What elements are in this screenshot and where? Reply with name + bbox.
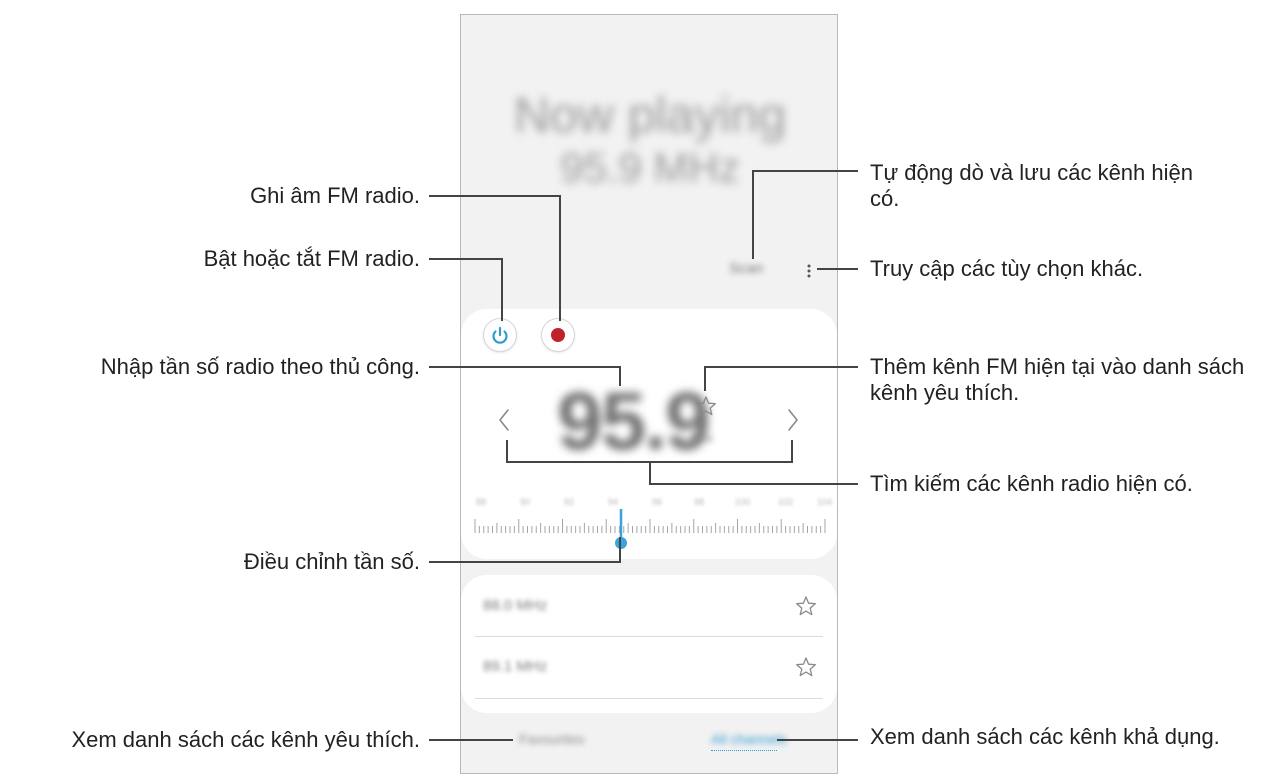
callout-tune: Điều chỉnh tần số.: [243, 549, 420, 574]
dial-label: 96: [652, 497, 663, 507]
add-favorite-button[interactable]: [695, 395, 717, 422]
callout-record: Ghi âm FM radio.: [250, 183, 420, 208]
callout-scan: Tự động dò và lưu các kênh hiện có.: [870, 160, 1193, 211]
scan-button[interactable]: Scan: [729, 260, 763, 277]
chevron-right-icon: [788, 409, 798, 431]
frequency-display[interactable]: 95.9: [557, 381, 711, 463]
callout-add-favorite: Thêm kênh FM hiện tại vào danh sách kênh…: [870, 354, 1245, 405]
list-item[interactable]: 88.0 MHz: [461, 575, 837, 635]
dial-label: 88: [476, 497, 487, 507]
callout-power: Bật hoặc tắt FM radio.: [203, 246, 420, 271]
dial-label: 94: [608, 497, 619, 507]
dial-label: 104: [817, 497, 833, 507]
star-outline-icon[interactable]: [795, 595, 817, 617]
callout-favorites-list: Xem danh sách các kênh yêu thích.: [71, 727, 420, 752]
record-icon: [551, 328, 565, 342]
tuner-card: 95.9 MHz 88 90 92 94 96 98 100 102 104: [461, 309, 837, 559]
tab-all-channels-indicator: [711, 750, 777, 751]
dial-label: 92: [564, 497, 575, 507]
callout-all-channels: Xem danh sách các kênh khả dụng.: [870, 724, 1220, 749]
dial-label: 98: [694, 497, 705, 507]
now-playing-frequency: 95.9 MHz: [560, 144, 740, 191]
record-button[interactable]: [542, 319, 574, 351]
more-options-icon[interactable]: [806, 263, 812, 279]
tab-all-channels[interactable]: All channels: [711, 731, 787, 747]
callout-manual-entry: Nhập tần số radio theo thủ công.: [100, 354, 420, 379]
star-outline-icon[interactable]: [795, 656, 817, 678]
phone-screen: Now playing 95.9 MHz Scan 95.9 MHz 88 90…: [460, 14, 838, 774]
power-icon: [492, 326, 508, 344]
list-item[interactable]: 89.1 MHz: [461, 637, 837, 697]
dial-label: 102: [778, 497, 794, 507]
dial-knob[interactable]: [615, 537, 627, 549]
divider: [475, 698, 823, 699]
frequency-dial[interactable]: [461, 509, 837, 555]
frequency-unit: MHz: [691, 433, 714, 445]
now-playing-title: Now playing: [513, 87, 787, 143]
power-button[interactable]: [484, 319, 516, 351]
channel-frequency: 89.1 MHz: [483, 658, 548, 675]
dial-label: 90: [520, 497, 531, 507]
callout-more-options: Truy cập các tùy chọn khác.: [870, 256, 1144, 281]
tab-favorites[interactable]: Favourites: [519, 731, 584, 747]
star-outline-icon: [696, 396, 716, 416]
dial-label: 100: [735, 497, 751, 507]
channel-list-card: 88.0 MHz 89.1 MHz: [461, 575, 837, 713]
callout-search: Tìm kiếm các kênh radio hiện có.: [870, 471, 1193, 496]
previous-channel-button[interactable]: [497, 407, 511, 438]
next-channel-button[interactable]: [786, 407, 800, 438]
channel-frequency: 88.0 MHz: [483, 597, 548, 614]
chevron-left-icon: [499, 409, 509, 431]
